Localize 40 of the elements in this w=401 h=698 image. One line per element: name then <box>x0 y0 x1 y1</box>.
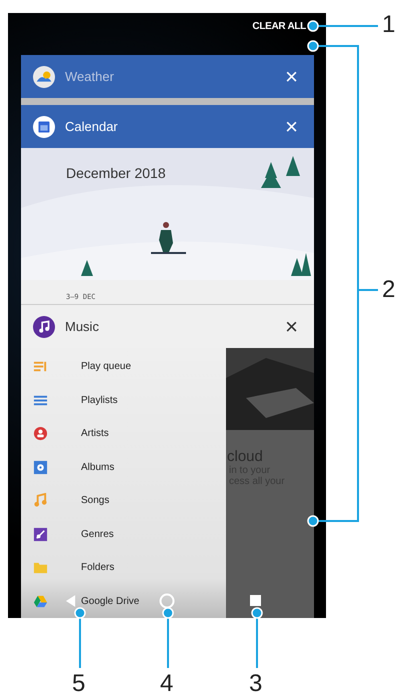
menu-item[interactable]: Play queue <box>21 350 226 384</box>
recents-icon[interactable] <box>250 595 261 606</box>
app-title: Calendar <box>65 119 119 134</box>
app-card-header[interactable]: Music × <box>21 305 314 348</box>
leader-line <box>74 607 86 668</box>
clear-all-button[interactable]: CLEAR ALL <box>252 19 306 34</box>
calendar-icon <box>33 116 55 138</box>
folder-icon <box>33 560 48 576</box>
app-title: Music <box>65 319 100 334</box>
app-card-header[interactable]: Calendar × <box>21 105 314 148</box>
album-icon <box>33 460 48 475</box>
leader-line <box>307 20 378 32</box>
menu-item[interactable]: Songs <box>21 484 226 518</box>
callout-number: 1 <box>382 13 396 37</box>
menu-item[interactable]: Google Drive <box>21 584 226 618</box>
weather-icon <box>33 66 55 88</box>
app-title: Weather <box>65 69 115 84</box>
leader-line <box>162 607 174 668</box>
menu-item[interactable]: Albums <box>21 450 226 484</box>
close-button[interactable]: × <box>281 116 302 138</box>
person-icon <box>33 426 48 442</box>
menu-item[interactable]: Folders <box>21 551 226 584</box>
close-button[interactable]: × <box>281 316 302 338</box>
callout-number: 5 <box>72 672 86 696</box>
guitar-icon <box>33 526 48 542</box>
month-title: December 2018 <box>66 165 166 181</box>
callout-number: 3 <box>249 672 262 696</box>
triangle-icon <box>33 594 48 609</box>
menu-item[interactable]: Playlists <box>21 384 226 417</box>
leader-line <box>251 607 263 668</box>
callout-number: 2 <box>382 278 396 302</box>
note-icon <box>33 493 48 508</box>
menu-item[interactable]: Genres <box>21 518 226 551</box>
back-icon[interactable] <box>66 595 76 607</box>
music-note-icon <box>33 316 55 338</box>
home-icon[interactable] <box>159 593 175 609</box>
callout-number: 4 <box>160 672 174 696</box>
close-button[interactable]: × <box>281 66 302 88</box>
menu-item[interactable]: Artists <box>21 417 226 450</box>
app-card-header[interactable]: Weather × <box>21 55 314 98</box>
